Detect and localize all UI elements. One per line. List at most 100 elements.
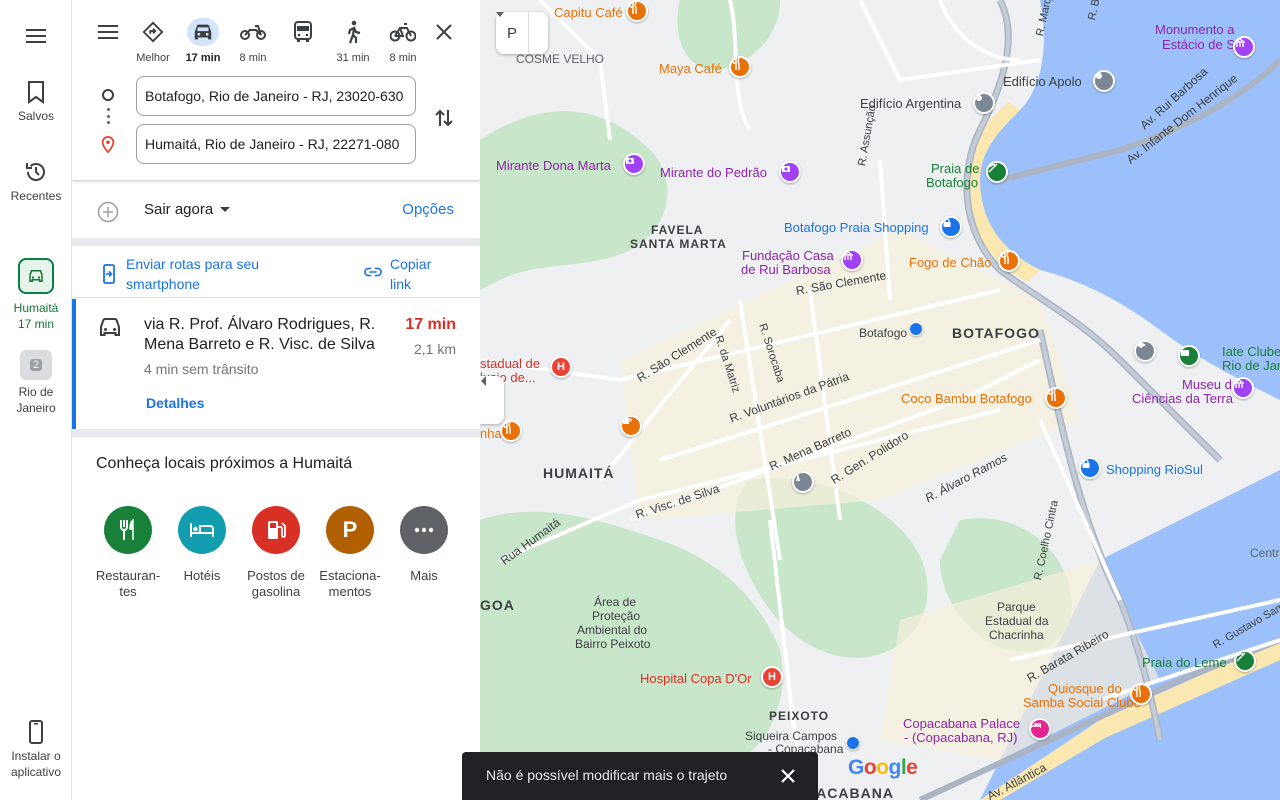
poi-label[interactable]: Copacabana Palace bbox=[903, 716, 1020, 731]
nearby-hotels-button[interactable]: Hotéis bbox=[165, 506, 239, 584]
recent-route-time: 17 min bbox=[17, 317, 55, 331]
poi-label[interactable]: Ciências da Terra bbox=[1132, 391, 1233, 406]
poi-label[interactable]: Coco Bambu Botafogo bbox=[901, 391, 1032, 406]
mode-bicycle[interactable]: 8 min bbox=[379, 18, 427, 64]
collapse-panel-button[interactable] bbox=[480, 376, 504, 424]
nearby-gas-button[interactable]: Postos de gasolina bbox=[239, 506, 313, 600]
mode-car[interactable]: 17 min bbox=[179, 18, 227, 64]
monument-marker-icon[interactable] bbox=[1233, 36, 1255, 58]
restaurant-marker-icon[interactable] bbox=[626, 0, 648, 22]
close-directions-button[interactable] bbox=[432, 20, 456, 44]
shopping-marker-icon[interactable] bbox=[940, 216, 962, 238]
restaurant-marker-icon[interactable] bbox=[998, 250, 1020, 272]
club-marker-icon[interactable] bbox=[1178, 345, 1200, 367]
poi-label[interactable]: Hospital Copa D'Or bbox=[640, 671, 752, 686]
recent-place-label: Rio de Janeiro bbox=[16, 384, 55, 416]
restaurant-marker-icon[interactable] bbox=[729, 56, 751, 78]
beach-marker-icon[interactable] bbox=[986, 161, 1008, 183]
mode-best[interactable]: Melhor bbox=[129, 18, 177, 64]
options-link[interactable]: Opções bbox=[402, 201, 454, 218]
poi-label[interactable]: Maya Café bbox=[659, 61, 722, 76]
snackbar-close-button[interactable] bbox=[778, 766, 798, 786]
hotel-marker-icon[interactable] bbox=[1029, 718, 1051, 740]
poi-label[interactable]: Praia do Leme bbox=[1142, 655, 1227, 670]
poi-label[interactable]: de Rui Barbosa bbox=[741, 262, 831, 277]
install-app-button[interactable]: Instalar o aplicativo bbox=[0, 720, 72, 780]
metro-station-icon[interactable] bbox=[846, 736, 860, 750]
recent-route-humaita[interactable]: Humaitá 17 min bbox=[0, 258, 72, 332]
hospital-marker-icon[interactable]: H bbox=[550, 356, 572, 378]
map-canvas[interactable]: Capitu Café COSME VELHO Maya Café Monume… bbox=[480, 0, 1280, 800]
museum-marker-icon[interactable] bbox=[1232, 377, 1254, 399]
poi-label[interactable]: Mirante Dona Marta bbox=[496, 158, 611, 173]
recent-place-rio[interactable]: 2 Rio de Janeiro bbox=[0, 350, 72, 416]
layers-button[interactable]: P bbox=[496, 12, 548, 54]
monument-marker-icon[interactable] bbox=[792, 471, 814, 493]
poi-label[interactable]: Edifício Apolo bbox=[1003, 74, 1082, 89]
origin-input[interactable] bbox=[136, 76, 416, 116]
recents-button[interactable]: Recentes bbox=[0, 160, 72, 204]
poi-label[interactable]: Capitu Café bbox=[554, 5, 623, 20]
poi-label[interactable]: Shopping RioSul bbox=[1106, 462, 1203, 477]
mode-walk[interactable]: 31 min bbox=[329, 18, 377, 64]
send-to-phone-link[interactable]: Enviar rotas para seu smartphone bbox=[102, 254, 322, 294]
nearby-more-button[interactable]: Mais bbox=[387, 506, 461, 584]
swap-locations-button[interactable] bbox=[432, 106, 456, 130]
poi-label[interactable]: Fogo de Chão bbox=[909, 255, 991, 270]
phone-icon bbox=[29, 720, 43, 744]
shopping-marker-icon[interactable] bbox=[1079, 457, 1101, 479]
restaurant-marker-icon[interactable] bbox=[1045, 387, 1067, 409]
poi-label[interactable]: Iate Clube do bbox=[1222, 344, 1280, 359]
attraction-marker-icon[interactable] bbox=[623, 153, 645, 175]
education-marker-icon[interactable] bbox=[1134, 340, 1156, 362]
directions-menu-button[interactable] bbox=[96, 20, 120, 44]
poi-label[interactable]: Samba Social Clube bbox=[1023, 695, 1141, 710]
beach-marker-icon[interactable] bbox=[1234, 650, 1256, 672]
bicycle-icon bbox=[390, 23, 416, 42]
leave-time-row: Sair agora Opções bbox=[72, 180, 480, 238]
poi-label[interactable]: Botafogo bbox=[926, 175, 978, 190]
add-destination-icon[interactable] bbox=[96, 200, 120, 224]
nearby-restaurants-button[interactable]: Restauran-tes bbox=[91, 506, 165, 600]
hospital-marker-icon[interactable]: H bbox=[761, 666, 783, 688]
poi-label[interactable]: stadual de bbox=[480, 356, 540, 371]
route-distance: 2,1 km bbox=[413, 341, 456, 357]
google-logo-letter: o bbox=[863, 756, 877, 779]
route-details-link[interactable]: Detalhes bbox=[146, 395, 204, 411]
metro-station-icon[interactable] bbox=[909, 322, 923, 336]
destination-input[interactable] bbox=[136, 124, 416, 164]
poi-label[interactable]: Praia de bbox=[931, 161, 979, 176]
poi-label[interactable]: - (Copacabana, RJ) bbox=[904, 730, 1017, 745]
cafe-marker-icon[interactable] bbox=[620, 415, 642, 437]
poi-label[interactable]: Museu de bbox=[1182, 377, 1239, 392]
attraction-marker-icon[interactable] bbox=[779, 161, 801, 183]
parking-layer-icon: P bbox=[506, 24, 517, 42]
cat-restaurants-line2: tes bbox=[119, 584, 137, 599]
poi-label[interactable]: Botafogo Praia Shopping bbox=[784, 220, 929, 235]
leave-now-dropdown[interactable]: Sair agora bbox=[144, 201, 231, 218]
poi-label[interactable]: Rio de Janeiro bbox=[1222, 358, 1280, 373]
nearby-parking-button[interactable]: P Estaciona-mentos bbox=[313, 506, 387, 600]
mode-transit[interactable] bbox=[279, 18, 327, 52]
museum-marker-icon[interactable] bbox=[841, 249, 863, 271]
station-label[interactable]: Botafogo bbox=[859, 326, 907, 340]
category-circle bbox=[178, 506, 226, 554]
poi-label[interactable]: Estácio de Sá bbox=[1162, 37, 1242, 52]
station-label[interactable]: Siqueira Campos bbox=[745, 729, 837, 743]
main-menu-button[interactable] bbox=[0, 20, 72, 52]
copy-link-button[interactable]: Copiar link bbox=[364, 254, 464, 294]
restaurant-marker-icon[interactable] bbox=[1130, 683, 1152, 705]
install-line1: Instalar o bbox=[11, 749, 61, 763]
poi-label[interactable]: nha bbox=[480, 426, 502, 441]
building-marker-icon[interactable] bbox=[973, 92, 995, 114]
route-option-card[interactable]: via R. Prof. Álvaro Rodrigues, R. Mena Ba… bbox=[72, 299, 480, 429]
poi-label[interactable]: Quiosque do bbox=[1048, 681, 1122, 696]
poi-label[interactable]: Monumento a bbox=[1155, 22, 1235, 37]
building-marker-icon[interactable] bbox=[1093, 70, 1115, 92]
saved-button[interactable]: Salvos bbox=[0, 80, 72, 124]
poi-label[interactable]: Mirante do Pedrão bbox=[660, 165, 767, 180]
mode-motorcycle[interactable]: 8 min bbox=[229, 18, 277, 64]
poi-label[interactable]: Fundação Casa bbox=[742, 248, 834, 263]
layers-dropdown[interactable] bbox=[496, 12, 548, 54]
restaurant-marker-icon[interactable] bbox=[500, 420, 522, 442]
